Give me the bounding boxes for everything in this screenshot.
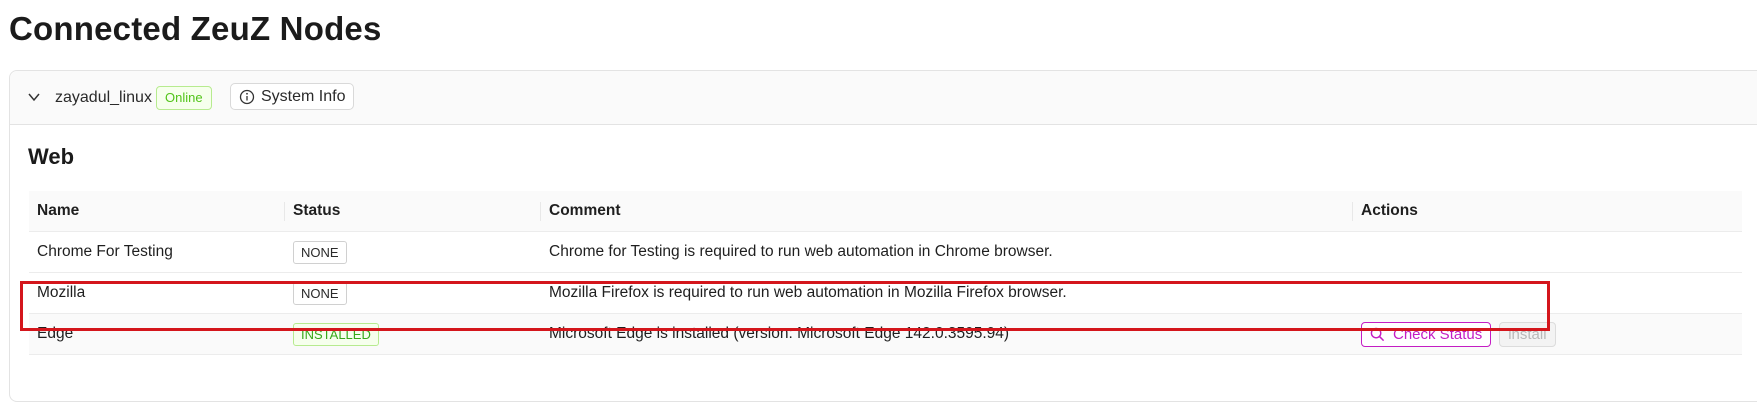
- actions-group: Check Status install: [1361, 321, 1734, 347]
- table-row: Mozilla NONE Mozilla Firefox is required…: [29, 272, 1742, 314]
- row-comment: Mozilla Firefox is required to run web a…: [541, 272, 1353, 314]
- system-info-button[interactable]: System Info: [230, 83, 355, 110]
- column-header-actions: Actions: [1353, 191, 1742, 232]
- row-name: Chrome For Testing: [29, 231, 285, 273]
- node-card: zayadul_linux Online System Info Web Nam…: [9, 70, 1757, 402]
- row-name: Edge: [29, 313, 285, 355]
- row-actions: Check Status install: [1353, 313, 1742, 355]
- column-header-name: Name: [29, 191, 285, 232]
- status-badge: INSTALLED: [293, 322, 379, 346]
- page-title: Connected ZeuZ Nodes: [9, 10, 382, 47]
- check-status-label: Check Status: [1393, 325, 1483, 343]
- row-comment: Chrome for Testing is required to run we…: [541, 231, 1353, 273]
- status-badge: NONE: [293, 281, 347, 305]
- section-title: Web: [28, 144, 75, 169]
- chevron-down-icon[interactable]: [27, 90, 41, 104]
- node-name: zayadul_linux: [55, 89, 152, 106]
- online-status-badge: Online: [156, 86, 212, 110]
- install-button[interactable]: install: [1499, 321, 1556, 347]
- table-row: Edge INSTALLED Microsoft Edge is install…: [29, 313, 1742, 355]
- column-header-comment: Comment: [541, 191, 1353, 232]
- row-name: Mozilla: [29, 272, 285, 314]
- column-header-status: Status: [285, 191, 541, 232]
- row-status-cell: NONE: [285, 272, 541, 314]
- row-comment: Microsoft Edge is installed (version: Mi…: [541, 313, 1353, 355]
- status-badge: NONE: [293, 240, 347, 264]
- table-row: Chrome For Testing NONE Chrome for Testi…: [29, 231, 1742, 273]
- row-status-cell: NONE: [285, 231, 541, 273]
- system-info-label: System Info: [261, 87, 346, 105]
- node-card-header[interactable]: zayadul_linux Online System Info: [10, 71, 1757, 125]
- info-icon: [239, 89, 255, 104]
- check-status-button[interactable]: Check Status: [1361, 321, 1492, 347]
- row-status-cell: INSTALLED: [285, 313, 541, 355]
- row-actions: [1353, 272, 1742, 314]
- row-actions: [1353, 231, 1742, 273]
- dependencies-table: Name Status Comment Actions Chrome For T…: [29, 191, 1742, 355]
- search-icon: [1370, 327, 1385, 341]
